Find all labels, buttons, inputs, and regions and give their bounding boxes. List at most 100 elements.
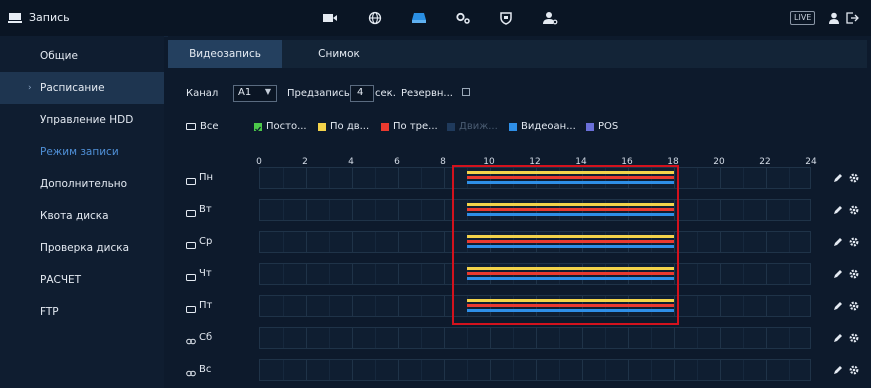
hour-gridline bbox=[329, 264, 330, 284]
square-icon[interactable] bbox=[186, 271, 196, 284]
tab-bar: Видеозапись Снимок bbox=[168, 40, 867, 68]
legend-label-0: Посто... bbox=[266, 121, 307, 132]
legend-label-4: Видеоан... bbox=[521, 121, 576, 132]
sidebar-item-2[interactable]: Управление HDD bbox=[0, 104, 164, 136]
camera-icon[interactable] bbox=[320, 8, 340, 28]
sidebar-item-3[interactable]: Режим записи bbox=[0, 136, 164, 168]
sidebar-item-0[interactable]: Общие bbox=[0, 40, 164, 72]
hour-gridline bbox=[789, 296, 790, 316]
legend-swatch-3[interactable] bbox=[447, 123, 455, 131]
hour-gridline bbox=[582, 360, 583, 380]
hour-gridline bbox=[582, 328, 583, 348]
sidebar-item-5[interactable]: Квота диска bbox=[0, 200, 164, 232]
backup-label: Резервн... bbox=[401, 88, 453, 99]
logout-icon[interactable] bbox=[843, 8, 863, 28]
hour-gridline bbox=[536, 360, 537, 380]
account-settings-icon[interactable] bbox=[540, 8, 560, 28]
schedule-selection-highlight bbox=[452, 165, 679, 325]
tab-video-record[interactable]: Видеозапись bbox=[168, 40, 282, 68]
pencil-icon[interactable] bbox=[833, 237, 843, 247]
hour-gridline bbox=[513, 360, 514, 380]
shield-icon[interactable] bbox=[496, 8, 516, 28]
square-icon[interactable] bbox=[186, 239, 196, 252]
hour-gridline bbox=[398, 296, 399, 316]
hour-gridline bbox=[283, 168, 284, 188]
hour-gridline bbox=[605, 328, 606, 348]
pencil-icon[interactable] bbox=[833, 205, 843, 215]
gear-icon[interactable] bbox=[849, 269, 859, 279]
globe-icon[interactable] bbox=[365, 8, 385, 28]
legend-swatch-1[interactable] bbox=[318, 123, 326, 131]
pencil-icon[interactable] bbox=[833, 365, 843, 375]
settings-icon[interactable] bbox=[453, 8, 473, 28]
sidebar-item-8[interactable]: FTP bbox=[0, 296, 164, 328]
hour-gridline bbox=[283, 200, 284, 220]
hour-gridline bbox=[421, 232, 422, 252]
hour-gridline bbox=[306, 264, 307, 284]
hour-gridline bbox=[421, 168, 422, 188]
gear-icon[interactable] bbox=[849, 333, 859, 343]
hour-gridline bbox=[398, 168, 399, 188]
hour-gridline bbox=[720, 360, 721, 380]
hour-gridline bbox=[720, 200, 721, 220]
hour-gridline bbox=[444, 296, 445, 316]
hour-gridline bbox=[766, 264, 767, 284]
hour-gridline bbox=[306, 168, 307, 188]
sidebar-item-6[interactable]: Проверка диска bbox=[0, 232, 164, 264]
schedule-row[interactable] bbox=[259, 359, 811, 381]
legend-swatch-2[interactable] bbox=[381, 123, 389, 131]
gear-icon[interactable] bbox=[849, 173, 859, 183]
hour-gridline bbox=[697, 328, 698, 348]
day-label: Чт bbox=[199, 268, 212, 279]
hour-gridline bbox=[766, 296, 767, 316]
channel-select[interactable]: A1 ▼ bbox=[233, 85, 277, 102]
gear-icon[interactable] bbox=[849, 205, 859, 215]
pencil-icon[interactable] bbox=[833, 269, 843, 279]
live-button[interactable]: LIVE bbox=[790, 11, 816, 25]
sidebar-item-7[interactable]: РАСЧЕТ bbox=[0, 264, 164, 296]
tab-snapshot[interactable]: Снимок bbox=[282, 40, 396, 68]
backup-checkbox[interactable] bbox=[462, 88, 470, 96]
sidebar-item-4[interactable]: Дополнительно bbox=[0, 168, 164, 200]
pencil-icon[interactable] bbox=[833, 333, 843, 343]
storage-icon[interactable] bbox=[409, 8, 429, 28]
legend-label-3: Движ... bbox=[459, 121, 498, 132]
hour-gridline bbox=[697, 264, 698, 284]
legend-swatch-4[interactable] bbox=[509, 123, 517, 131]
hour-gridline bbox=[720, 232, 721, 252]
gear-icon[interactable] bbox=[849, 237, 859, 247]
pencil-icon[interactable] bbox=[833, 301, 843, 311]
gear-icon[interactable] bbox=[849, 301, 859, 311]
gear-icon[interactable] bbox=[849, 365, 859, 375]
hour-gridline bbox=[398, 232, 399, 252]
sidebar-item-label: Квота диска bbox=[40, 210, 109, 222]
user-icon[interactable] bbox=[824, 8, 844, 28]
hour-gridline bbox=[743, 168, 744, 188]
sidebar-item-1[interactable]: › Расписание bbox=[0, 72, 164, 104]
hour-gridline bbox=[720, 328, 721, 348]
hour-gridline bbox=[306, 328, 307, 348]
schedule-row[interactable] bbox=[259, 327, 811, 349]
hour-gridline bbox=[789, 264, 790, 284]
hour-gridline bbox=[490, 328, 491, 348]
legend-swatch-0[interactable] bbox=[254, 123, 262, 133]
hour-gridline bbox=[605, 360, 606, 380]
day-label: Пт bbox=[199, 300, 213, 311]
all-toggle-icon[interactable] bbox=[186, 123, 196, 130]
square-icon[interactable] bbox=[186, 207, 196, 220]
hour-gridline bbox=[467, 360, 468, 380]
prerecord-input[interactable]: 4 bbox=[350, 85, 374, 102]
legend-swatch-5[interactable] bbox=[586, 123, 594, 131]
pencil-icon[interactable] bbox=[833, 173, 843, 183]
hour-gridline bbox=[697, 296, 698, 316]
hour-gridline bbox=[513, 328, 514, 348]
hour-gridline bbox=[697, 200, 698, 220]
link-icon[interactable] bbox=[186, 335, 196, 348]
hour-tick-label: 22 bbox=[759, 157, 771, 167]
hour-gridline bbox=[329, 296, 330, 316]
square-icon[interactable] bbox=[186, 303, 196, 316]
square-icon[interactable] bbox=[186, 175, 196, 188]
link-icon[interactable] bbox=[186, 367, 196, 380]
hour-gridline bbox=[674, 360, 675, 380]
hour-tick-label: 4 bbox=[348, 157, 354, 167]
